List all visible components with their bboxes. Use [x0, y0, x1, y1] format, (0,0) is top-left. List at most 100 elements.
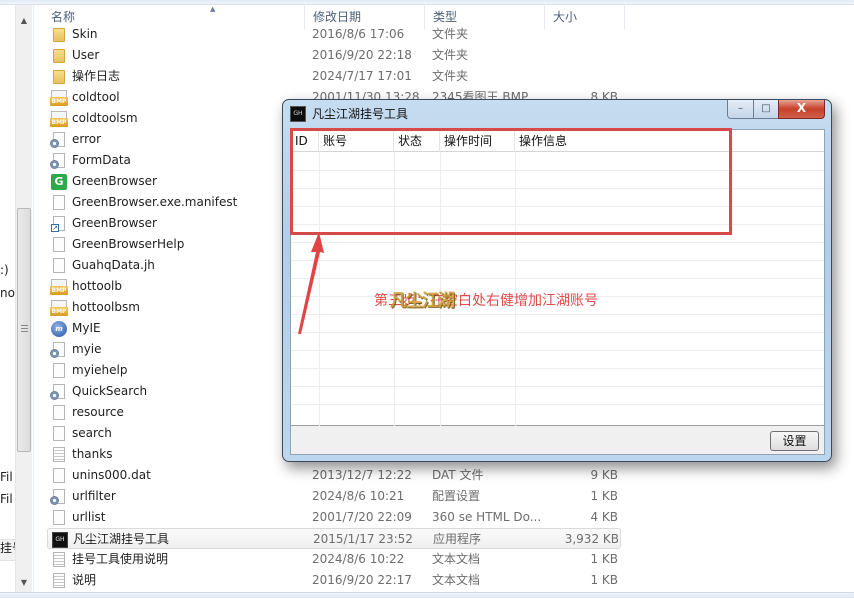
file-name: MyIE [72, 321, 101, 335]
config-file-icon [50, 132, 65, 148]
app-icon: GH [52, 532, 68, 548]
file-name: GreenBrowser.exe.manifest [72, 195, 238, 209]
config-file-icon [50, 384, 65, 400]
text-file-icon [53, 552, 65, 567]
file-name: GreenBrowser [72, 216, 157, 230]
config-file-icon [50, 153, 65, 169]
file-date: 2024/7/17 17:01 [312, 69, 412, 83]
file-name: hottoolbsm [72, 300, 140, 314]
blank-file-icon [53, 405, 65, 420]
grid-line [291, 260, 824, 261]
file-type: 应用程序 [433, 532, 482, 546]
settings-button[interactable]: 设置 [770, 431, 819, 451]
pane-divider[interactable] [33, 5, 34, 592]
blank-file-icon [53, 510, 65, 525]
grid-line [291, 368, 824, 369]
blank-file-icon [53, 258, 65, 273]
minimize-button[interactable]: – [727, 100, 754, 119]
nav-scrollbar[interactable]: ▲ ▼ [15, 5, 32, 592]
file-date: 2013/12/7 12:22 [312, 468, 412, 482]
file-row[interactable]: 操作日志 2024/7/17 17:01 文件夹 [47, 66, 621, 87]
file-name: 操作日志 [72, 69, 121, 83]
file-name: unins000.dat [72, 468, 151, 482]
file-row[interactable]: 说明 2016/9/20 22:17 文本文档 1 KB [47, 570, 621, 591]
file-name: error [72, 132, 102, 146]
file-name: search [72, 426, 112, 440]
file-date: 2016/9/20 22:18 [312, 48, 412, 62]
file-name: hottoolb [72, 279, 122, 293]
blank-file-icon [53, 468, 65, 483]
file-size: 1 KB [590, 552, 618, 566]
file-size: 1 KB [590, 489, 618, 503]
file-row[interactable]: urllist 2001/7/20 22:09 360 se HTML Do... 4… [47, 507, 621, 528]
file-type: 文件夹 [432, 48, 469, 62]
file-row[interactable]: User 2016/9/20 22:18 文件夹 [47, 45, 621, 66]
file-type: 文本文档 [432, 552, 481, 566]
scroll-up-arrow-icon[interactable]: ▲ [16, 13, 32, 29]
watermark-logo: 凡尘江湖 [390, 291, 455, 311]
screenshot-stage: :) not Fil Fil 挂号 ▲ ▼ ▲ 名称 修改日期 类型 大小 Sk… [0, 0, 854, 598]
file-row[interactable]: GH 凡尘江湖挂号工具 2015/1/17 23:52 应用程序 3,932 KB [47, 528, 621, 549]
myie-icon: m [51, 321, 67, 337]
file-name: Skin [72, 27, 98, 41]
scroll-down-arrow-icon[interactable]: ▼ [16, 575, 32, 591]
red-arrow-icon [298, 232, 324, 334]
app-icon: GH [290, 106, 306, 122]
blank-file-icon [53, 195, 65, 210]
grid-line [291, 332, 824, 333]
file-size: 9 KB [590, 468, 618, 482]
file-name: urllist [72, 510, 106, 524]
file-name: resource [72, 405, 124, 419]
file-name: User [72, 48, 100, 62]
window-title: 凡尘江湖挂号工具 [312, 107, 409, 121]
blank-file-icon [53, 363, 65, 378]
highlight-box [290, 128, 732, 235]
shortcut-icon: ↗ [51, 216, 65, 232]
file-name: myiehelp [72, 363, 128, 377]
file-date: 2024/8/6 10:21 [312, 489, 405, 503]
file-name: QuickSearch [72, 384, 148, 398]
file-name: GreenBrowserHelp [72, 237, 185, 251]
config-file-icon [50, 342, 65, 358]
explorer-bottom-border [0, 592, 854, 598]
file-row[interactable]: unins000.dat 2013/12/7 12:22 DAT 文件 9 KB [47, 465, 621, 486]
file-type: 配置设置 [432, 489, 481, 503]
file-date: 2016/8/6 17:06 [312, 27, 405, 41]
grid-line [291, 404, 824, 405]
nav-item-fragment[interactable]: Fil [0, 492, 13, 506]
file-name: 凡尘江湖挂号工具 [73, 532, 170, 546]
file-name: coldtoolsm [72, 111, 138, 125]
blank-file-icon [53, 426, 65, 441]
file-name: GreenBrowser [72, 174, 157, 188]
file-size: 1 KB [590, 573, 618, 587]
nav-item-fragment[interactable]: :) [0, 263, 9, 277]
folder-icon [53, 28, 65, 42]
file-row[interactable]: 挂号工具使用说明 2024/8/6 10:22 文本文档 1 KB [47, 549, 621, 570]
bmp-icon: BMP [50, 111, 68, 127]
file-name: GuahqData.jh [72, 258, 155, 272]
grid-line [291, 386, 824, 387]
file-name: 说明 [72, 573, 97, 587]
scrollbar-thumb[interactable] [17, 208, 31, 452]
folder-icon [53, 70, 65, 84]
file-row[interactable]: urlfilter 2024/8/6 10:21 配置设置 1 KB [47, 486, 621, 507]
file-name: thanks [72, 447, 113, 461]
maximize-button[interactable]: □ [753, 100, 779, 119]
file-row[interactable]: Skin 2016/8/6 17:06 文件夹 [47, 24, 621, 45]
file-size: 4 KB [590, 510, 618, 524]
bmp-icon: BMP [50, 300, 68, 316]
blank-file-icon [53, 237, 65, 252]
file-name: FormData [72, 153, 131, 167]
text-file-icon [53, 447, 65, 462]
close-button[interactable]: X [778, 100, 825, 119]
text-file-icon [53, 573, 65, 588]
file-date: 2015/1/17 23:52 [313, 532, 413, 546]
config-file-icon [50, 489, 65, 505]
file-name: 挂号工具使用说明 [72, 552, 169, 566]
file-name: urlfilter [72, 489, 116, 503]
folder-icon [53, 49, 65, 63]
file-name: myie [72, 342, 102, 356]
grid-line [291, 278, 824, 279]
file-type: 360 se HTML Do... [432, 510, 542, 524]
nav-item-fragment[interactable]: Fil [0, 470, 13, 484]
